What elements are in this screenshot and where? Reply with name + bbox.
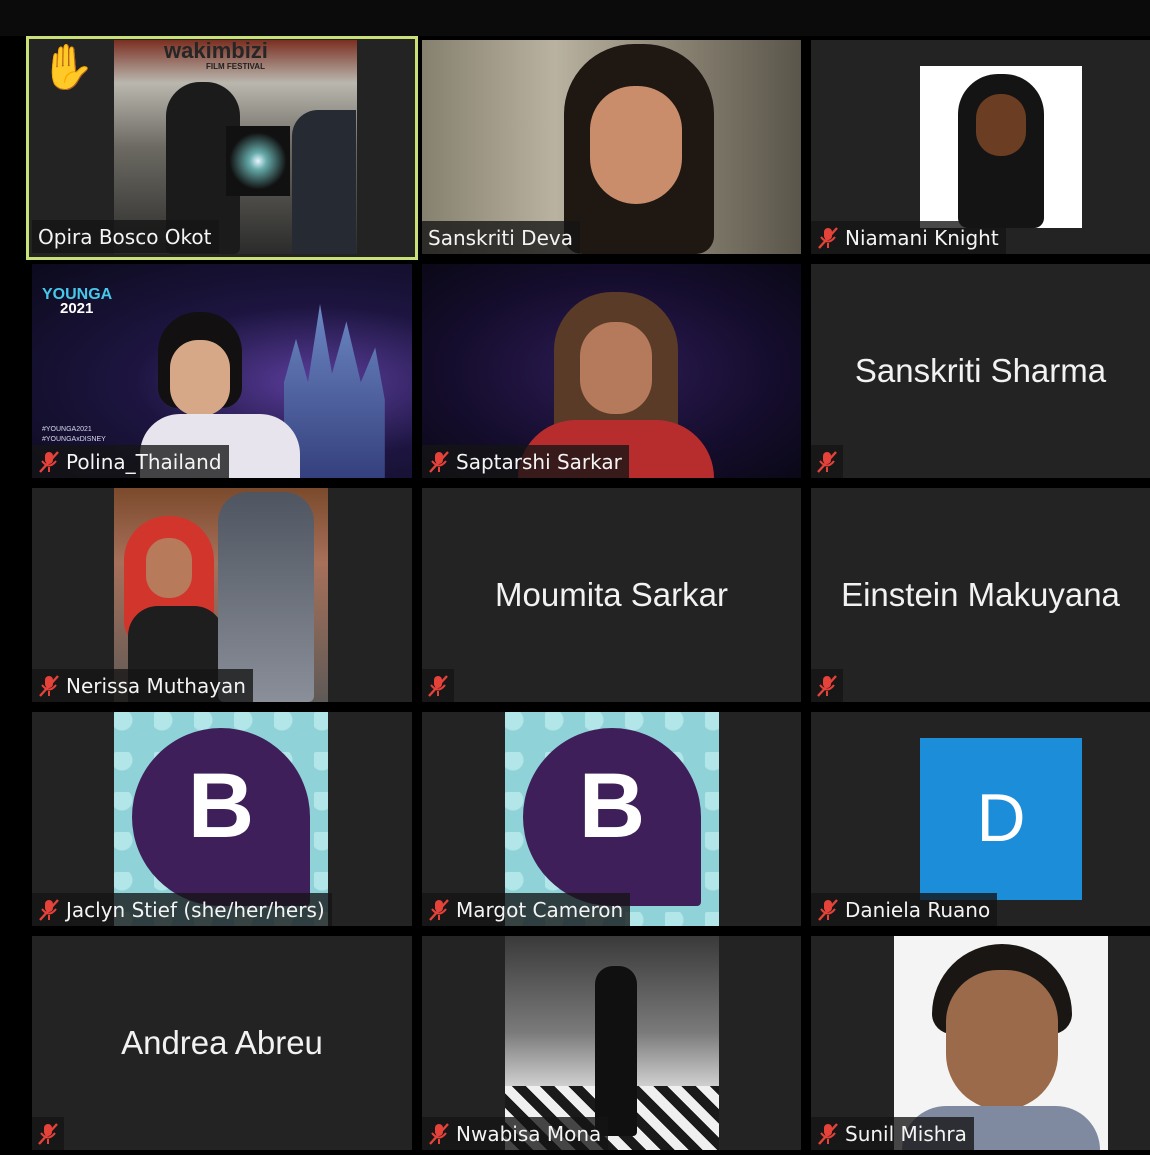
avatar-letter: B bbox=[187, 755, 255, 857]
muted-microphone-icon bbox=[39, 898, 59, 921]
muted-microphone-icon bbox=[429, 450, 449, 473]
participant-name: Nerissa Muthayan bbox=[66, 673, 246, 698]
muted-microphone-icon bbox=[39, 674, 59, 697]
participant-name: Polina_Thailand bbox=[66, 449, 222, 474]
participant-name: Nwabisa Mona bbox=[456, 1121, 602, 1146]
banner-title: wakimbizi bbox=[164, 40, 268, 63]
avatar-letter: B bbox=[578, 755, 646, 857]
participant-tile-andrea[interactable]: Andrea Abreu bbox=[32, 936, 412, 1150]
muted-microphone-icon bbox=[818, 226, 838, 249]
participant-display-name: Andrea Abreu bbox=[121, 1024, 323, 1061]
muted-microphone-icon bbox=[428, 674, 448, 697]
screen-display bbox=[226, 126, 290, 196]
muted-microphone-icon bbox=[817, 674, 837, 697]
younga-year: 2021 bbox=[60, 300, 94, 317]
participant-label: Saptarshi Sarkar bbox=[422, 445, 629, 478]
participant-tile-sanskriti-sharma[interactable]: Sanskriti Sharma bbox=[811, 264, 1150, 478]
participant-tile-jaclyn[interactable]: B Jaclyn Stief (she/her/hers) bbox=[32, 712, 412, 926]
participant-name: Daniela Ruano bbox=[845, 897, 991, 922]
muted-microphone-icon bbox=[39, 450, 59, 473]
person-face bbox=[976, 94, 1026, 156]
muted-microphone-icon bbox=[818, 1122, 838, 1145]
person-face bbox=[946, 970, 1058, 1110]
participant-name: Jaclyn Stief (she/her/hers) bbox=[66, 897, 325, 922]
participant-label: Polina_Thailand bbox=[32, 445, 229, 478]
mute-indicator bbox=[32, 1117, 64, 1150]
participant-tile-niamani[interactable]: Niamani Knight bbox=[811, 40, 1150, 254]
participant-tile-einstein[interactable]: Einstein Makuyana bbox=[811, 488, 1150, 702]
participant-label: Sunil Mishra bbox=[811, 1117, 974, 1150]
participant-label: Nwabisa Mona bbox=[422, 1117, 609, 1150]
participant-name: Sunil Mishra bbox=[845, 1121, 967, 1146]
participant-label: Nerissa Muthayan bbox=[32, 669, 253, 702]
participant-label: Opira Bosco Okot bbox=[32, 220, 219, 253]
photo-niamani bbox=[920, 66, 1082, 228]
hashtag-2: #YOUNGAxDISNEY bbox=[42, 436, 106, 443]
participant-label: Jaclyn Stief (she/her/hers) bbox=[32, 893, 332, 926]
person-right bbox=[292, 110, 356, 254]
participant-tile-saptarshi[interactable]: Saptarshi Sarkar bbox=[422, 264, 801, 478]
participant-name: Niamani Knight bbox=[845, 225, 999, 250]
participant-display-name: Moumita Sarkar bbox=[495, 576, 728, 613]
participant-tile-opira[interactable]: wakimbizi FILM FESTIVAL ✋ Opira Bosco Ok… bbox=[26, 36, 418, 260]
participant-label: Daniela Ruano bbox=[811, 893, 998, 926]
person-face bbox=[146, 538, 192, 598]
muted-microphone-icon bbox=[429, 898, 449, 921]
participant-name: Opira Bosco Okot bbox=[38, 224, 212, 249]
participant-tile-sanskriti-deva[interactable]: Sanskriti Deva bbox=[422, 40, 801, 254]
mute-indicator bbox=[422, 669, 454, 702]
person-figure bbox=[595, 966, 637, 1136]
participant-name: Margot Cameron bbox=[456, 897, 624, 922]
person-face bbox=[590, 86, 682, 204]
video-grid: wakimbizi FILM FESTIVAL ✋ Opira Bosco Ok… bbox=[0, 0, 1150, 1155]
participant-display-name: Sanskriti Sharma bbox=[854, 352, 1107, 389]
participant-label: Niamani Knight bbox=[811, 221, 1006, 254]
participant-tile-margot[interactable]: B Margot Cameron bbox=[422, 712, 801, 926]
participant-tile-polina[interactable]: YOUNGA 2021 #YOUNGA2021 #YOUNGAxDISNEY P… bbox=[32, 264, 412, 478]
muted-microphone-icon bbox=[429, 1122, 449, 1145]
participant-tile-sunil[interactable]: Sunil Mishra bbox=[811, 936, 1150, 1150]
muted-microphone-icon bbox=[818, 898, 838, 921]
participant-tile-daniela[interactable]: D Daniela Ruano bbox=[811, 712, 1150, 926]
banner-subtitle: FILM FESTIVAL bbox=[206, 62, 265, 71]
person-face bbox=[170, 340, 230, 416]
raised-hand-icon: ✋ bbox=[40, 43, 95, 92]
hashtag-1: #YOUNGA2021 bbox=[42, 426, 92, 433]
avatar-letter: D bbox=[976, 780, 1026, 856]
muted-microphone-icon bbox=[38, 1122, 58, 1145]
mute-indicator bbox=[811, 445, 843, 478]
participant-display-name: Einstein Makuyana bbox=[841, 576, 1120, 613]
participant-name: Saptarshi Sarkar bbox=[456, 449, 622, 474]
avatar-daniela: D bbox=[920, 738, 1082, 900]
participant-tile-nerissa[interactable]: Nerissa Muthayan bbox=[32, 488, 412, 702]
mute-indicator bbox=[811, 669, 843, 702]
person-face bbox=[580, 322, 652, 414]
participant-label: Sanskriti Deva bbox=[422, 221, 580, 254]
participant-label: Margot Cameron bbox=[422, 893, 631, 926]
muted-microphone-icon bbox=[817, 450, 837, 473]
participant-name: Sanskriti Deva bbox=[428, 225, 573, 250]
participant-tile-moumita[interactable]: Moumita Sarkar bbox=[422, 488, 801, 702]
participant-tile-nwabisa[interactable]: Nwabisa Mona bbox=[422, 936, 801, 1150]
